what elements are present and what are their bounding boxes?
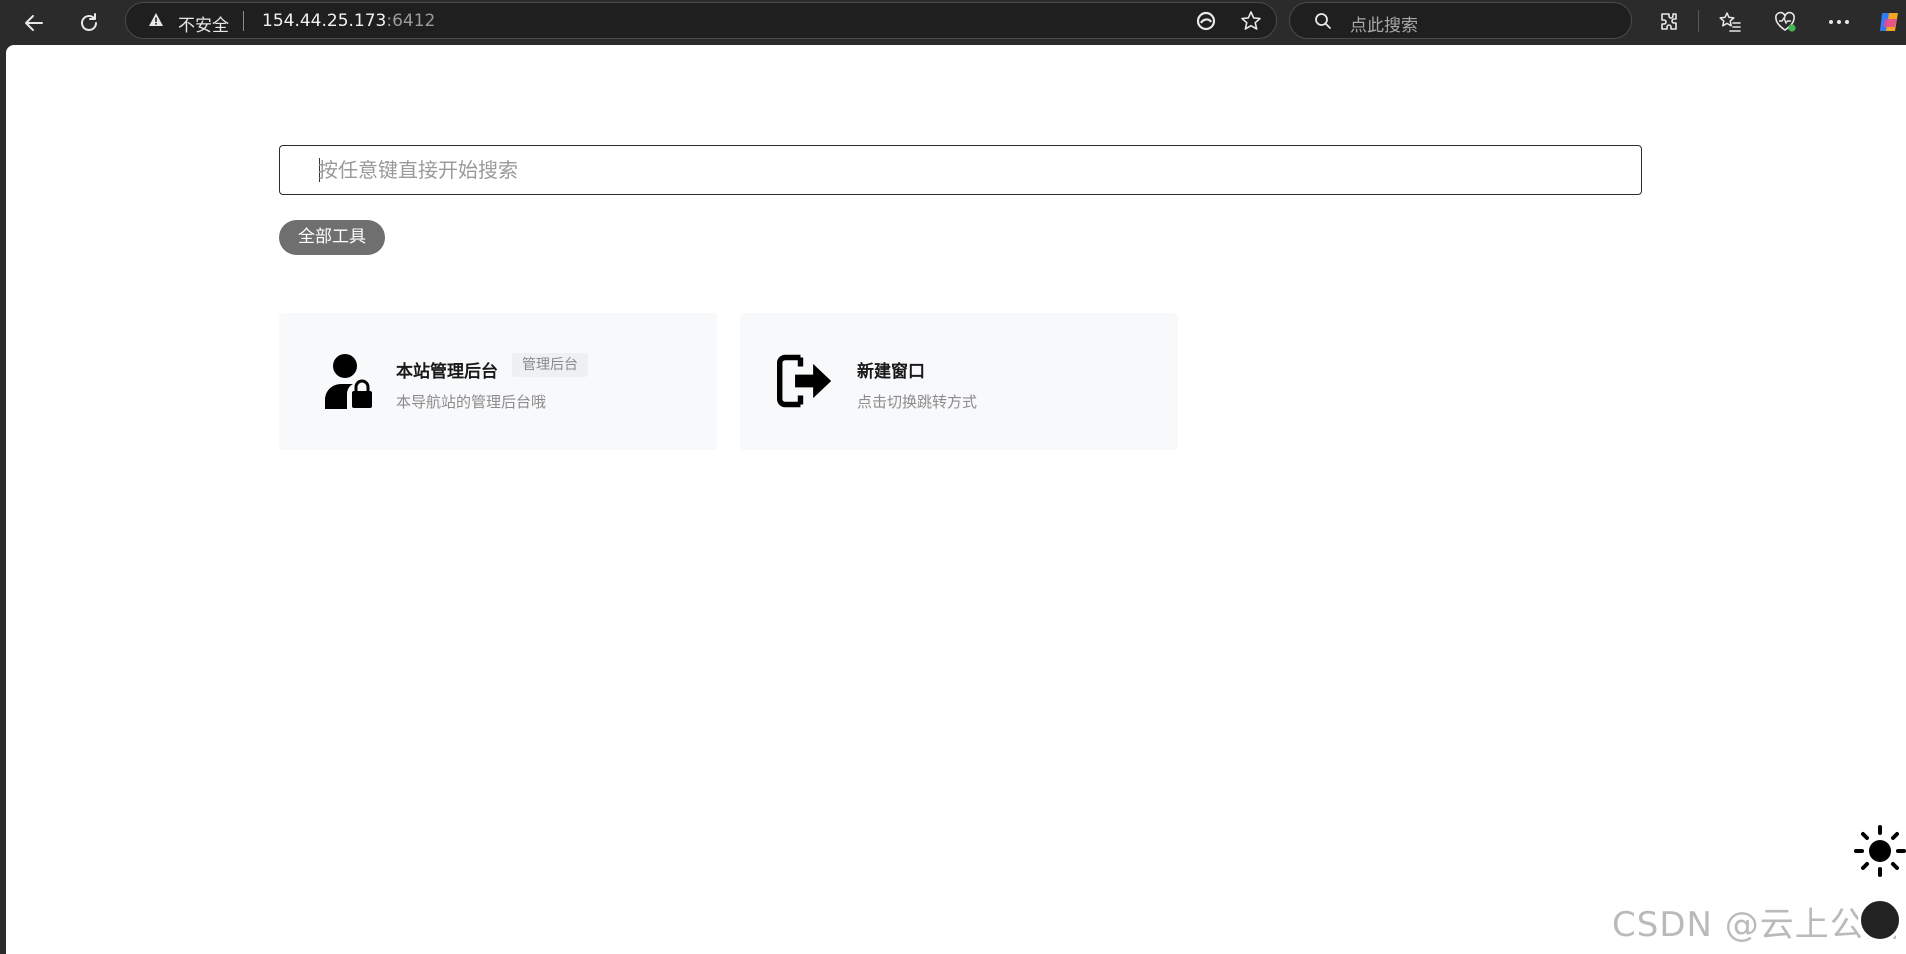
url-port: :6412 [386,11,436,31]
security-status[interactable]: 不安全 [178,11,229,36]
all-tools-button[interactable]: 全部工具 [279,220,385,255]
favorite-star-icon[interactable] [1238,8,1264,34]
floating-avatar[interactable] [1858,898,1902,942]
watermark: CSDN @云上公园 [1612,905,1900,945]
card-new-window[interactable]: 新建窗口 点击切换跳转方式 [740,313,1178,450]
url-host: 154.44.25.173 [262,11,387,31]
card-title: 本站管理后台 [396,362,498,382]
edge-refresh-icon[interactable] [1193,8,1219,34]
more-menu-button[interactable] [1822,5,1856,39]
divider [243,11,244,31]
back-button[interactable] [18,7,50,39]
warning-icon [148,12,164,32]
card-tag: 管理后台 [512,353,588,377]
card-admin-panel[interactable]: 本站管理后台 管理后台 本导航站的管理后台哦 [279,313,717,450]
card-description: 点击切换跳转方式 [857,393,978,411]
back-arrow-icon [25,15,43,31]
browser-toolbar: 不安全 154.44.25.173:6412 点此搜索 [0,0,1906,45]
search-box[interactable] [279,145,1642,195]
url-text[interactable]: 154.44.25.173:6412 [262,11,435,31]
user-lock-icon [325,354,372,409]
search-icon [1314,12,1332,34]
more-dots-icon [1829,20,1849,24]
theme-toggle-sun-icon[interactable] [1854,825,1906,877]
extensions-button[interactable] [1652,5,1686,39]
heart-pulse-icon [1775,11,1796,32]
address-bar[interactable]: 不安全 154.44.25.173:6412 [125,2,1277,39]
card-description: 本导航站的管理后台哦 [396,393,547,411]
card-title: 新建窗口 [857,362,925,382]
copilot-button[interactable] [1872,5,1906,39]
search-input[interactable] [318,155,1598,185]
favorites-list-icon [1719,12,1741,32]
sign-out-icon [777,354,832,408]
page-content: 全部工具 本站管理后台 管理后台 本导航站的管理后台哦 新建窗口 点击切换跳转方… [6,45,1906,954]
browser-search-placeholder: 点此搜索 [1350,16,1418,36]
reload-button[interactable] [73,7,105,39]
copilot-icon [1880,13,1898,31]
puzzle-icon [1661,13,1677,30]
favorites-button[interactable] [1713,5,1747,39]
reload-icon [81,13,97,31]
toolbar-divider [1698,10,1699,32]
browser-search-box[interactable]: 点此搜索 [1289,2,1632,39]
browser-essentials-button[interactable] [1768,5,1802,39]
